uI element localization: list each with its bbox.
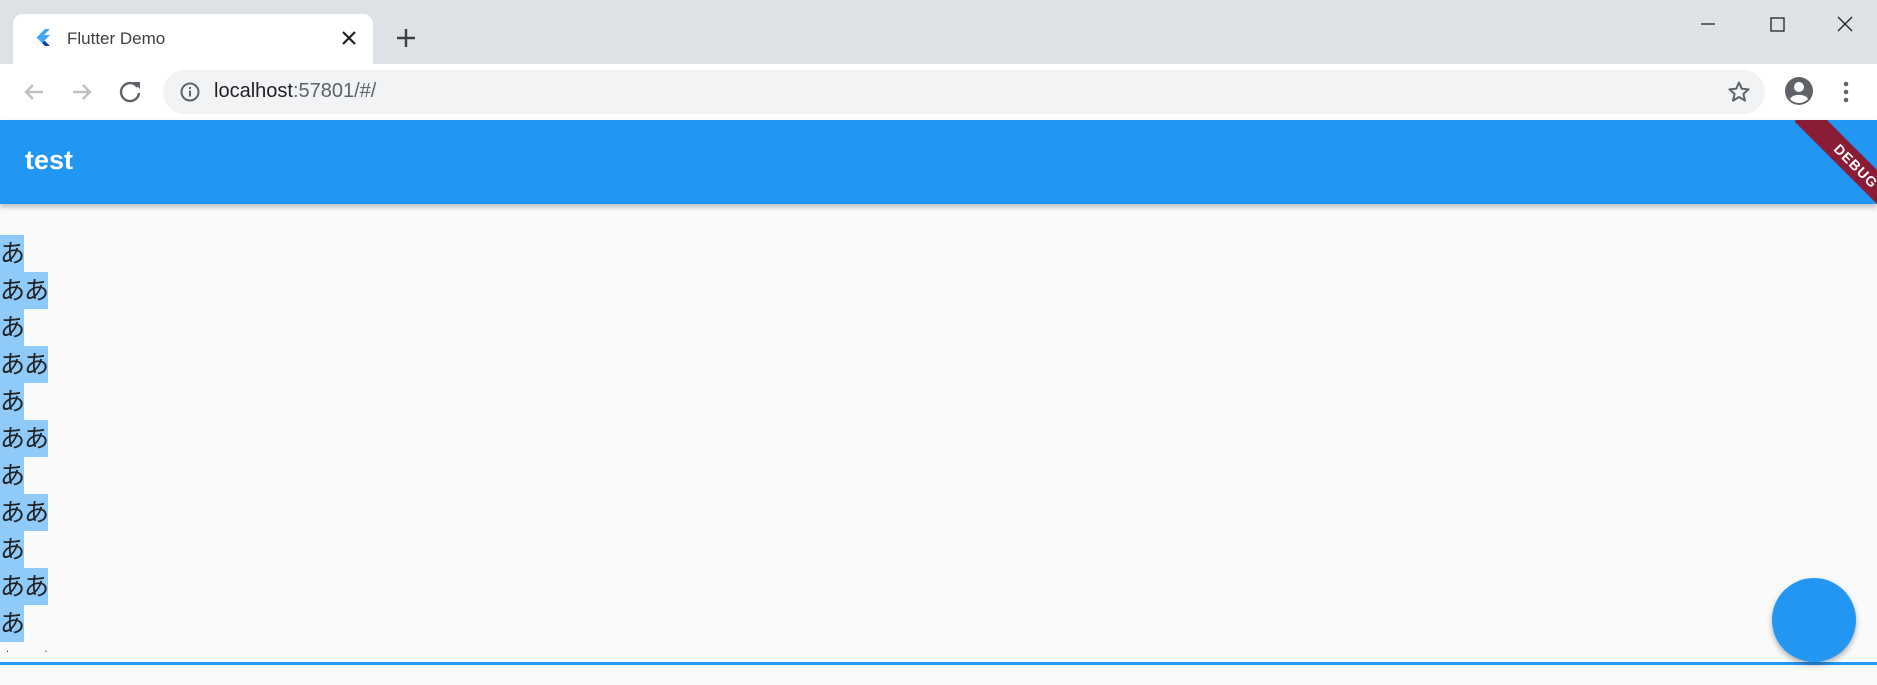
selected-character: あ <box>0 272 25 309</box>
info-icon[interactable] <box>179 81 201 103</box>
reload-icon[interactable] <box>114 76 146 108</box>
more-vertical-icon[interactable] <box>1834 76 1858 108</box>
flutter-logo-icon <box>33 28 53 50</box>
selected-character: あ <box>24 272 49 309</box>
selected-character: あ <box>0 235 25 272</box>
star-icon[interactable] <box>1727 80 1751 104</box>
tab-flutter-demo[interactable]: Flutter Demo <box>13 14 373 64</box>
close-tab-icon[interactable] <box>339 28 359 48</box>
text-line: あ <box>0 235 48 272</box>
maximize-icon[interactable] <box>1754 10 1800 38</box>
browser-window: Flutter Demo localhost:57801/#/ test DEB… <box>0 0 1877 685</box>
text-line: ああ <box>0 568 49 605</box>
selected-character: あ <box>0 494 25 531</box>
url-text: localhost:57801/#/ <box>214 80 376 103</box>
url-path: :57801/#/ <box>292 80 377 102</box>
trailing-dots: . . <box>6 644 64 655</box>
selected-character: あ <box>24 494 49 531</box>
selected-character: あ <box>0 420 25 457</box>
selected-character: あ <box>0 605 25 642</box>
url-host: localhost <box>214 80 293 102</box>
text-line: ああ <box>0 494 49 531</box>
selected-character: あ <box>24 568 49 605</box>
text-line: ああ <box>0 420 49 457</box>
minimize-icon[interactable] <box>1685 10 1731 38</box>
back-arrow-icon[interactable] <box>18 76 50 108</box>
bottom-divider <box>0 662 1877 665</box>
debug-banner-label: DEBUG <box>1794 120 1877 228</box>
close-window-icon[interactable] <box>1822 10 1868 38</box>
selected-character: あ <box>24 346 49 383</box>
text-line: あ <box>0 309 48 346</box>
selected-character: あ <box>0 457 25 494</box>
selected-character: あ <box>0 383 25 420</box>
selected-character: あ <box>24 420 49 457</box>
text-line: あ <box>0 457 48 494</box>
selectable-text-list[interactable]: ああああああああああああああああ <box>0 235 49 642</box>
selected-character: あ <box>0 309 25 346</box>
selected-character: あ <box>0 568 25 605</box>
forward-arrow-icon[interactable] <box>66 76 98 108</box>
new-tab-plus-icon[interactable] <box>394 26 418 50</box>
tab-strip: Flutter Demo <box>0 0 1877 64</box>
text-line: ああ <box>0 346 49 383</box>
text-line: ああ <box>0 272 49 309</box>
selected-character: あ <box>0 346 25 383</box>
selected-character: あ <box>0 531 25 568</box>
app-bar-title: test <box>25 145 74 175</box>
app-bar: test <box>0 120 1877 204</box>
profile-icon[interactable] <box>1783 75 1815 107</box>
app-body: ああああああああああああああああ . . <box>0 204 1877 685</box>
text-line: あ <box>0 605 48 642</box>
floating-action-button[interactable] <box>1772 578 1856 662</box>
address-bar[interactable]: localhost:57801/#/ <box>163 70 1765 114</box>
text-line: あ <box>0 531 48 568</box>
text-line: あ <box>0 383 48 420</box>
tab-title: Flutter Demo <box>67 29 166 48</box>
browser-toolbar: localhost:57801/#/ <box>0 64 1877 120</box>
debug-banner: DEBUG <box>1767 120 1877 230</box>
